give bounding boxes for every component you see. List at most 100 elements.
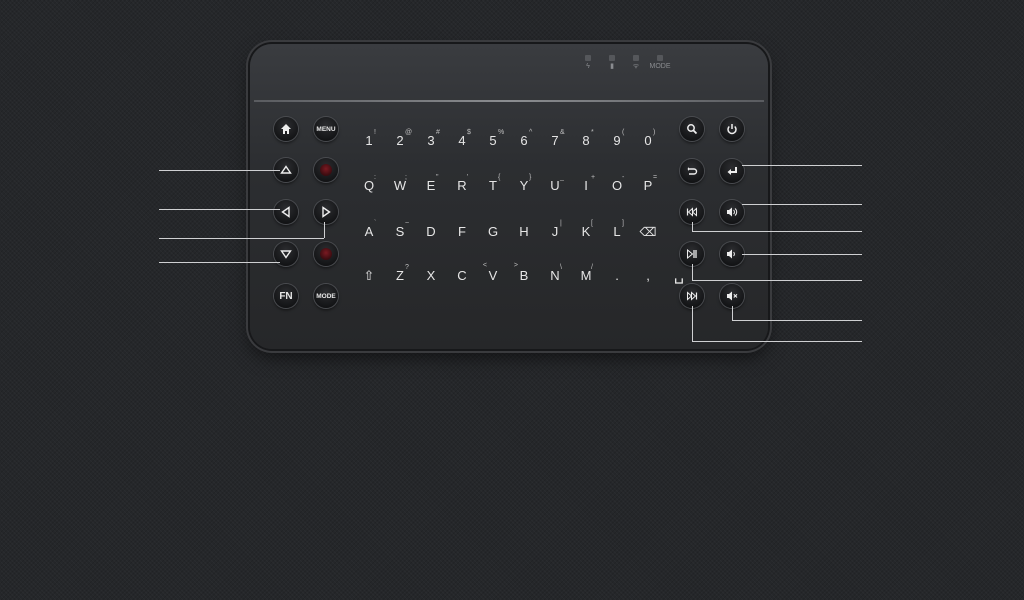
key-label: E (426, 178, 436, 193)
key-row2-5[interactable]: Y} (510, 174, 538, 197)
key-row2-2[interactable]: E " (417, 174, 445, 197)
volume-down-button[interactable] (720, 242, 744, 266)
key-row2-9[interactable]: P = (634, 174, 662, 197)
back-button[interactable] (680, 159, 704, 183)
callout-line-right (159, 238, 324, 239)
key-row1-6[interactable]: 7 & (541, 129, 569, 152)
key-row3-0[interactable]: A ` (355, 220, 383, 243)
callout-line-previous-vertical (692, 222, 693, 231)
key-row1-1[interactable]: 2 @ (386, 129, 414, 152)
key-row4-8[interactable]: . (603, 265, 631, 287)
right-button[interactable] (314, 200, 338, 224)
triangle-up-icon (280, 165, 292, 174)
key-shift-label: | (560, 220, 562, 227)
key-label: A (364, 224, 374, 239)
volume-down-icon (727, 249, 735, 259)
key-shift-label: ^ (529, 129, 533, 136)
key-label: . (615, 268, 619, 283)
previous-track-button[interactable] (680, 200, 704, 224)
key-row3-6[interactable]: J | (541, 220, 569, 243)
key-label: 4 (458, 133, 466, 148)
key-label: H (519, 224, 529, 239)
key-row4-0[interactable]: ⇧ (355, 265, 383, 287)
volume-up-icon (727, 207, 738, 217)
callout-line-volume-up (742, 204, 862, 205)
key-label: L (613, 224, 621, 239)
key-row1-2[interactable]: 3 # (417, 129, 445, 152)
key-row2-4[interactable]: T{ (479, 174, 507, 197)
play-pause-button[interactable] (680, 242, 704, 266)
fn-button[interactable]: FN (274, 284, 298, 308)
wifi-icon: ᯤ (632, 63, 640, 70)
callout-line-right-vertical (324, 222, 325, 238)
key-row3-1[interactable]: S ~ (386, 220, 414, 243)
key-shift-label: } (529, 174, 532, 181)
menu-button[interactable]: MENU (314, 117, 338, 141)
key-shift-label: - (622, 174, 625, 181)
key-row2-1[interactable]: W; (386, 174, 414, 197)
key-row2-7[interactable]: I + (572, 174, 600, 197)
callout-line-volume-down (742, 254, 862, 255)
key-row2-8[interactable]: O- (603, 174, 631, 197)
key-row1-8[interactable]: 9( (603, 129, 631, 152)
key-row3-5[interactable]: H (510, 221, 538, 243)
key-row4-9[interactable]: , (634, 265, 662, 287)
callout-line-next-vertical (692, 306, 693, 341)
next-track-button[interactable] (680, 284, 704, 308)
key-row2-0[interactable]: Q: (355, 174, 383, 197)
back-icon (687, 167, 698, 175)
key-label: V (488, 268, 498, 283)
key-row4-1[interactable]: Z? (386, 264, 414, 287)
key-label: 7 (551, 133, 559, 148)
key-label: P (643, 178, 653, 193)
key-row3-9[interactable]: ⌫ (634, 221, 662, 243)
key-row4-6[interactable]: N \ (541, 264, 569, 287)
key-label: ⌫ (639, 225, 657, 239)
key-row2-3[interactable]: R ' (448, 174, 476, 197)
callout-line-next (692, 341, 862, 342)
key-row3-4[interactable]: G (479, 221, 507, 243)
key-row1-0[interactable]: 1! (355, 129, 383, 152)
keyboard-remote-device: ϟ ▮ ᯤ MODE MENU FN MODE 1! 2 @3 #4 $5% 6 ^ 7 & 8 *… (250, 44, 768, 349)
battery-icon: ▮ (610, 63, 614, 70)
key-shift-label: & (560, 129, 565, 136)
search-button[interactable] (680, 117, 704, 141)
plug-icon: ϟ (586, 63, 590, 70)
volume-up-button[interactable] (720, 200, 744, 224)
key-shift-label: ( (622, 129, 625, 136)
red-button-top[interactable] (314, 158, 338, 182)
key-row1-5[interactable]: 6 ^ (510, 129, 538, 152)
key-row1-7[interactable]: 8 * (572, 129, 600, 152)
home-icon (281, 124, 291, 134)
key-shift-label: _ (560, 174, 564, 181)
mute-button[interactable] (720, 284, 744, 308)
home-button[interactable] (274, 117, 298, 141)
key-shift-label: \ (560, 264, 562, 271)
key-row1-9[interactable]: 0) (634, 129, 662, 152)
mode-button[interactable]: MODE (314, 284, 338, 308)
enter-button[interactable] (720, 159, 744, 183)
key-row4-5[interactable]: B > (510, 262, 538, 287)
key-shift-label: < (482, 262, 487, 269)
key-row4-2[interactable]: X (417, 265, 445, 287)
key-row3-3[interactable]: F (448, 221, 476, 243)
power-button[interactable] (720, 117, 744, 141)
key-row4-3[interactable]: C (448, 265, 476, 287)
key-shift-label: ; (405, 174, 407, 181)
key-label: 5 (489, 133, 497, 148)
left-button[interactable] (274, 200, 298, 224)
key-row1-3[interactable]: 4 $ (448, 129, 476, 152)
key-label: N (550, 268, 560, 283)
key-row1-4[interactable]: 5% (479, 129, 507, 152)
key-row4-7[interactable]: M / (572, 264, 600, 287)
key-row3-7[interactable]: K[ (572, 220, 600, 243)
triangle-right-icon (322, 206, 331, 218)
key-shift-label: " (436, 174, 439, 181)
enter-icon (727, 167, 737, 175)
key-shift-label: ] (622, 220, 624, 227)
key-row3-8[interactable]: L] (603, 220, 631, 243)
key-row3-2[interactable]: D (417, 221, 445, 243)
key-row4-4[interactable]: V < (479, 262, 507, 287)
red-button-bottom[interactable] (314, 242, 338, 266)
key-row2-6[interactable]: U _ (541, 174, 569, 197)
